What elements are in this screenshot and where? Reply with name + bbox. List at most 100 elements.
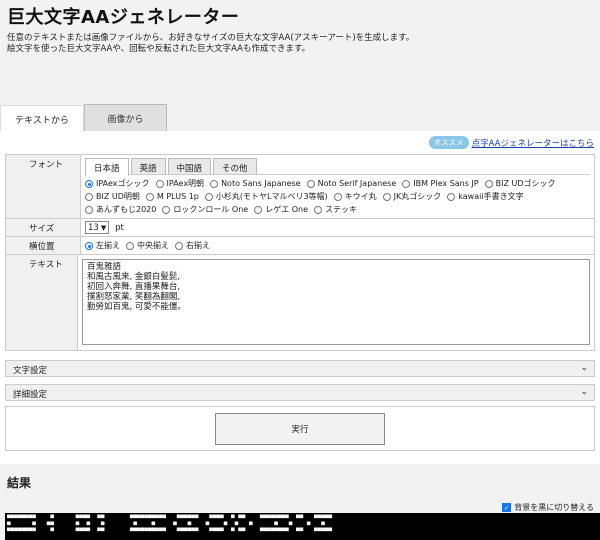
char-settings-section[interactable]: 文字設定 ⌄	[5, 360, 595, 377]
tab-from-text[interactable]: テキストから	[0, 105, 84, 133]
align-option-label: 右揃え	[186, 241, 210, 250]
ascii-art-output: ■■■■■■■■ ■ ■■■■ ■■ ■■■■■■■■■■ ■■■■■■ ■■■…	[7, 513, 333, 533]
font-field: 日本語 英語 中国語 その他 IPAexゴシック IPAex明朝 Noto Sans Ja…	[81, 155, 594, 218]
font-option[interactable]: IBM Plex Sans JP	[402, 178, 479, 190]
run-area: 実行	[5, 406, 595, 451]
align-field: 左揃え 中央揃え 右揃え	[81, 237, 594, 254]
font-option[interactable]: ロックンロール One	[162, 204, 248, 216]
braille-generator-link[interactable]: 点字AAジェネレーターはこちら	[472, 137, 594, 149]
font-option-label: Noto Sans Japanese	[221, 179, 301, 188]
mode-tabs: テキストから 画像から	[0, 104, 600, 133]
font-option-label: ステッキ	[325, 205, 358, 214]
size-field: 13 ▼ pt	[81, 219, 594, 236]
font-option[interactable]: 小杉丸(モトヤLマルベリ3等幅)	[204, 191, 328, 203]
font-option[interactable]: IPAexゴシック	[85, 178, 150, 190]
align-option[interactable]: 右揃え	[175, 240, 210, 252]
radio-unselected-icon	[126, 242, 134, 250]
text-row: テキスト 百鬼雅語 和風古風来, 金銀白髪髭, 初回入奔舞, 直播果舞台, 撲割…	[6, 255, 594, 350]
align-option[interactable]: 左揃え	[85, 240, 120, 252]
result-output: ■■■■■■■■ ■ ■■■■ ■■ ■■■■■■■■■■ ■■■■■■ ■■■…	[5, 513, 600, 540]
radio-unselected-icon	[314, 206, 323, 214]
font-option-label: BIZ UD明朝	[96, 192, 140, 201]
radio-unselected-icon	[162, 206, 171, 214]
chevron-down-icon: ▼	[100, 223, 107, 232]
font-option[interactable]: キウイ丸	[333, 191, 377, 203]
font-option[interactable]: M PLUS 1p	[145, 191, 199, 203]
promo-banner: オススメ 点字AAジェネレーターはこちら	[428, 136, 594, 149]
align-option[interactable]: 中央揃え	[126, 240, 169, 252]
font-language-tabs: 日本語 英語 中国語 その他	[85, 158, 590, 176]
font-option[interactable]: kawaii手書き文字	[447, 191, 524, 203]
font-tab-3[interactable]: その他	[213, 158, 257, 174]
font-option[interactable]: BIZ UD明朝	[85, 191, 140, 203]
font-option-label: レゲエ One	[265, 205, 309, 214]
font-row: フォント 日本語 英語 中国語 その他 IPAexゴシック IPAex明朝 Noto Sa…	[6, 155, 594, 219]
radio-unselected-icon	[333, 193, 342, 201]
radio-unselected-icon	[204, 193, 213, 201]
chevron-down-icon: ⌄	[580, 363, 588, 373]
page-header: 巨大文字AAジェネレーター 任意のテキストまたは画像ファイルから、お好きなサイズ…	[0, 0, 600, 105]
size-row: サイズ 13 ▼ pt	[6, 219, 594, 237]
font-option-label: あんずもじ2020	[96, 205, 157, 214]
align-option-label: 左揃え	[96, 241, 120, 250]
radio-unselected-icon	[254, 206, 263, 214]
font-label: フォント	[6, 155, 81, 218]
radio-unselected-icon	[484, 180, 493, 188]
font-option[interactable]: ステッキ	[314, 204, 357, 216]
radio-unselected-icon	[402, 180, 411, 188]
font-option[interactable]: BIZ UDゴシック	[484, 178, 556, 190]
align-option-label: 中央揃え	[137, 241, 169, 250]
radio-unselected-icon	[85, 193, 93, 201]
background-toggle[interactable]: ✓ 背景を黒に切り替える	[502, 502, 594, 513]
font-option[interactable]: レゲエ One	[254, 204, 308, 216]
tab-from-image[interactable]: 画像から	[84, 104, 167, 132]
align-label: 横位置	[6, 237, 81, 254]
radio-selected-icon	[85, 242, 93, 250]
font-tab-0[interactable]: 日本語	[85, 158, 129, 176]
results-title: 結果	[7, 476, 32, 490]
radio-unselected-icon	[155, 180, 164, 188]
font-option[interactable]: Noto Serif Japanese	[306, 178, 397, 190]
detail-settings-section[interactable]: 詳細設定 ⌄	[5, 384, 595, 401]
radio-unselected-icon	[85, 206, 93, 214]
size-unit: pt	[115, 222, 124, 233]
font-option-label: IPAexゴシック	[96, 179, 150, 188]
font-option[interactable]: IPAex明朝	[155, 178, 205, 190]
radio-unselected-icon	[306, 180, 315, 188]
size-label: サイズ	[6, 219, 81, 236]
run-button[interactable]: 実行	[215, 413, 385, 445]
align-row: 横位置 左揃え 中央揃え 右揃え	[6, 237, 594, 255]
font-option-label: IBM Plex Sans JP	[413, 179, 479, 188]
font-tab-2[interactable]: 中国語	[167, 158, 212, 174]
font-option-label: BIZ UDゴシック	[495, 179, 556, 188]
recommend-badge: オススメ	[428, 136, 469, 149]
font-option-label: kawaii手書き文字	[458, 192, 524, 201]
radio-unselected-icon	[210, 180, 219, 188]
font-option-label: Noto Serif Japanese	[317, 179, 397, 188]
align-options: 左揃え 中央揃え 右揃え	[85, 239, 590, 252]
font-option[interactable]: Noto Sans Japanese	[210, 178, 301, 190]
settings-form: フォント 日本語 英語 中国語 その他 IPAexゴシック IPAex明朝 Noto Sa…	[5, 154, 595, 351]
radio-unselected-icon	[382, 193, 391, 201]
font-option-label: JK丸ゴシック	[393, 192, 442, 201]
description-line-1: 任意のテキストまたは画像ファイルから、お好きなサイズの巨大な文字AA(アスキーア…	[7, 33, 415, 43]
font-tab-1[interactable]: 英語	[130, 158, 166, 174]
radio-selected-icon	[85, 180, 93, 188]
radio-unselected-icon	[447, 193, 456, 201]
font-option[interactable]: あんずもじ2020	[85, 204, 156, 216]
font-option[interactable]: JK丸ゴシック	[382, 191, 442, 203]
radio-unselected-icon	[175, 242, 183, 250]
char-settings-label: 文字設定	[13, 366, 48, 376]
size-select[interactable]: 13 ▼	[85, 221, 110, 234]
detail-settings-label: 詳細設定	[13, 390, 48, 400]
page-title: 巨大文字AAジェネレーター	[7, 7, 240, 28]
page-description: 任意のテキストまたは画像ファイルから、お好きなサイズの巨大な文字AA(アスキーア…	[7, 33, 414, 55]
chevron-down-icon: ⌄	[580, 387, 588, 397]
radio-unselected-icon	[145, 193, 154, 201]
font-option-label: IPAex明朝	[166, 179, 205, 188]
text-input[interactable]: 百鬼雅語 和風古風来, 金銀白髪髭, 初回入奔舞, 直播果舞台, 撲割怒家業, …	[82, 259, 590, 345]
font-option-label: M PLUS 1p	[156, 192, 199, 201]
font-option-label: キウイ丸	[344, 192, 377, 201]
checkbox-checked-icon[interactable]: ✓	[502, 503, 512, 512]
text-panel: オススメ 点字AAジェネレーターはこちら フォント 日本語 英語 中国語 その他 IP…	[0, 131, 600, 464]
